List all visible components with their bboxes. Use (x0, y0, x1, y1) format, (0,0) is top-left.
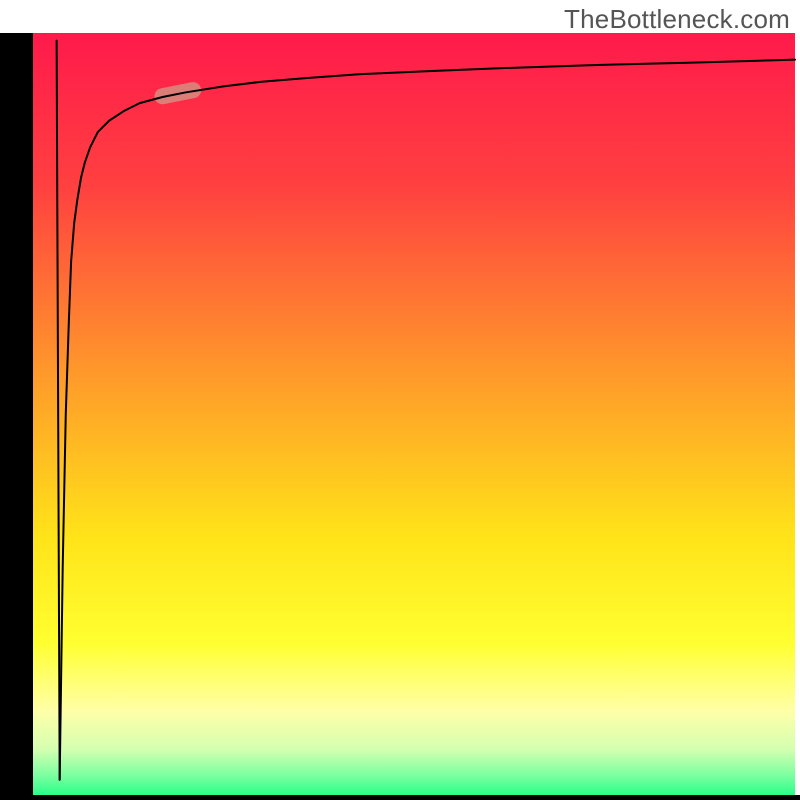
chart-frame: TheBottleneck.com (0, 0, 800, 800)
bottleneck-chart (0, 0, 800, 800)
plot-background (33, 33, 795, 795)
